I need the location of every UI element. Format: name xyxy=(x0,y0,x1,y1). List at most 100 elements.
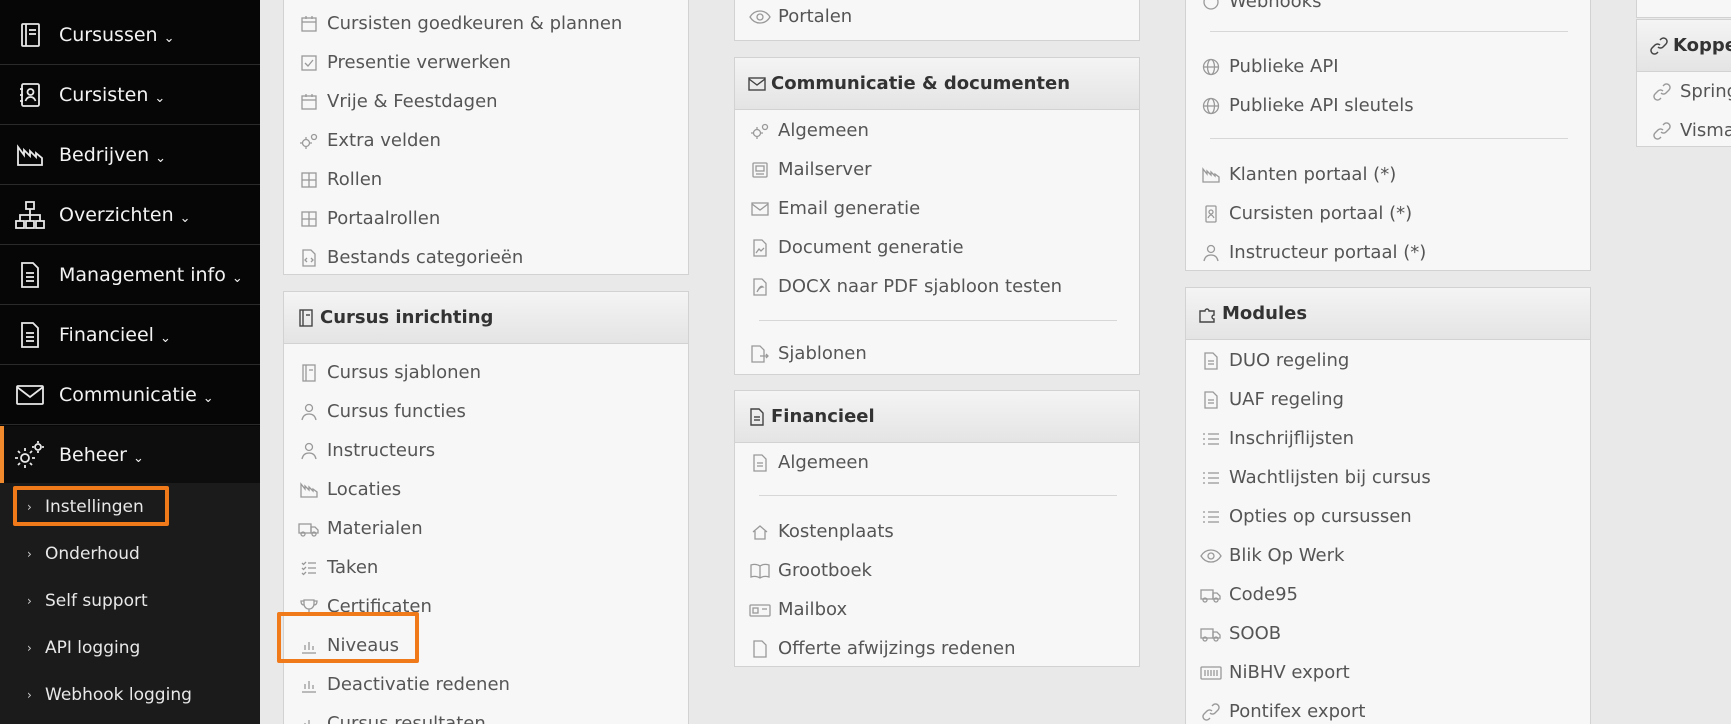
envelope-icon xyxy=(13,378,47,412)
list-item[interactable]: DOCX naar PDF sjabloon testen xyxy=(735,267,1139,306)
list-item[interactable]: Cursus resultaten xyxy=(284,704,688,724)
list-item[interactable]: Mailbox xyxy=(735,590,1139,629)
chevron-down-icon: ⌄ xyxy=(132,451,144,466)
link-icon xyxy=(1651,120,1673,142)
submenu-item-label: Self support xyxy=(45,590,148,611)
link-icon xyxy=(1651,81,1673,103)
list-item[interactable]: Vrije & Feestdagen xyxy=(284,82,688,121)
file-image-icon xyxy=(749,237,771,259)
globe-icon xyxy=(1200,56,1222,78)
chevron-down-icon: ⌄ xyxy=(202,391,214,406)
chevron-right-icon: › xyxy=(27,687,32,702)
list-item[interactable]: Document generatie xyxy=(735,228,1139,267)
list-item[interactable]: Spring xyxy=(1637,72,1731,111)
list-item[interactable]: Deactivatie redenen xyxy=(284,665,688,704)
list-icon xyxy=(1200,428,1222,450)
checkbox-icon xyxy=(298,52,320,74)
document-icon xyxy=(749,452,771,474)
list-item[interactable]: Inschrijflijsten xyxy=(1186,419,1590,458)
list-item[interactable]: Algemeen xyxy=(735,111,1139,150)
panel-header: Financieel xyxy=(735,391,1139,443)
list-item[interactable]: Mailserver xyxy=(735,150,1139,189)
panel-api-portalen: Webhooks Publieke API Publieke API sleut… xyxy=(1185,0,1591,271)
list-item[interactable]: Certificaten xyxy=(284,587,688,626)
submenu-item-instellingen[interactable]: › Instellingen xyxy=(0,483,260,530)
list-item[interactable]: Cursus functies xyxy=(284,392,688,431)
user-tie-icon xyxy=(298,401,320,423)
book-icon xyxy=(298,362,320,384)
panel-algemeen-instellingen: Cursisten goedkeuren & plannen Presentie… xyxy=(283,0,689,275)
list-item[interactable]: Cursisten portaal (*) xyxy=(1186,194,1590,233)
list-item[interactable]: Instructeurs xyxy=(284,431,688,470)
list-item[interactable]: UAF regeling xyxy=(1186,380,1590,419)
sidebar-item-label: Cursisten xyxy=(59,84,149,106)
list-item[interactable]: Extra velden xyxy=(284,121,688,160)
chevron-right-icon: › xyxy=(27,640,32,655)
list-item[interactable]: Bestands categorieën xyxy=(284,238,688,277)
gears-icon xyxy=(298,130,320,152)
list-item[interactable]: Cursus sjablonen xyxy=(284,353,688,392)
open-book-icon xyxy=(749,560,771,582)
document-icon xyxy=(13,318,47,352)
list-item[interactable]: SOOB xyxy=(1186,614,1590,653)
submenu-item-onderhoud[interactable]: › Onderhoud xyxy=(0,530,260,577)
list-item[interactable]: Offerte afwijzings redenen xyxy=(735,629,1139,668)
sidebar-item-cursisten[interactable]: Cursisten ⌄ xyxy=(0,66,260,125)
mailbox-icon xyxy=(749,599,771,621)
panel-koppelingen: Koppel Spring Visma xyxy=(1636,19,1731,147)
chevron-down-icon: ⌄ xyxy=(163,31,175,46)
sidebar-item-management-info[interactable]: Management info ⌄ xyxy=(0,246,260,305)
list-item[interactable]: Cursisten goedkeuren & plannen xyxy=(284,4,688,43)
list-item[interactable]: Algemeen xyxy=(735,443,1139,482)
sidebar-item-overzichten[interactable]: Overzichten ⌄ xyxy=(0,186,260,245)
file-icon xyxy=(749,638,771,660)
list-item[interactable]: Instructeur portaal (*) xyxy=(1186,233,1590,272)
list-item[interactable]: Portaalrollen xyxy=(284,199,688,238)
list-item[interactable]: NiBHV export xyxy=(1186,653,1590,692)
chevron-right-icon: › xyxy=(27,499,32,514)
list-item[interactable]: Publieke API xyxy=(1186,47,1590,86)
file-code-icon xyxy=(298,247,320,269)
panel-header: Koppel xyxy=(1637,20,1731,72)
list-item[interactable]: Publieke API sleutels xyxy=(1186,86,1590,125)
list-item[interactable]: Pontifex export xyxy=(1186,692,1590,724)
list-item[interactable]: Visma xyxy=(1637,111,1731,150)
sidebar-item-cursussen[interactable]: Cursussen ⌄ xyxy=(0,6,260,65)
list-item[interactable]: Webhooks xyxy=(1186,0,1590,21)
list-item[interactable]: Portalen xyxy=(735,0,1139,36)
list-item[interactable]: Grootboek xyxy=(735,551,1139,590)
list-item[interactable]: Wachtlijsten bij cursus xyxy=(1186,458,1590,497)
submenu-item-webhook-logging[interactable]: › Webhook logging xyxy=(0,671,260,718)
eye-icon xyxy=(1200,545,1222,567)
list-item[interactable]: Taken xyxy=(284,548,688,587)
sidebar-item-communicatie[interactable]: Communicatie ⌄ xyxy=(0,366,260,425)
list-item[interactable]: Presentie verwerken xyxy=(284,43,688,82)
sidebar-item-bedrijven[interactable]: Bedrijven ⌄ xyxy=(0,126,260,185)
chevron-down-icon: ⌄ xyxy=(154,91,166,106)
list-item[interactable]: Kostenplaats xyxy=(735,512,1139,551)
sidebar-item-financieel[interactable]: Financieel ⌄ xyxy=(0,306,260,365)
list-item[interactable]: Materialen xyxy=(284,509,688,548)
submenu-item-self-support[interactable]: › Self support xyxy=(0,577,260,624)
list-item[interactable]: Email generatie xyxy=(735,189,1139,228)
panel-title: Cursus inrichting xyxy=(320,307,494,328)
list-item[interactable]: Opties op cursussen xyxy=(1186,497,1590,536)
contact-card-icon xyxy=(1200,203,1222,225)
document-icon xyxy=(1200,350,1222,372)
list-item[interactable]: Rollen xyxy=(284,160,688,199)
list-item[interactable]: Sjablonen xyxy=(735,334,1139,373)
list-item-niveaus[interactable]: Niveaus xyxy=(284,626,688,665)
list-item[interactable]: Locaties xyxy=(284,470,688,509)
list-item[interactable]: Code95 xyxy=(1186,575,1590,614)
list-item[interactable]: Blik Op Werk xyxy=(1186,536,1590,575)
list-item[interactable]: DUO regeling xyxy=(1186,341,1590,380)
document-icon xyxy=(13,258,47,292)
list-item[interactable]: Klanten portaal (*) xyxy=(1186,155,1590,194)
bar-chart-icon xyxy=(298,635,320,657)
contact-book-icon xyxy=(13,78,47,112)
globe-icon xyxy=(1200,95,1222,117)
sidebar-item-beheer[interactable]: Beheer ⌄ xyxy=(0,426,260,485)
submenu-item-api-logging[interactable]: › API logging xyxy=(0,624,260,671)
divider xyxy=(759,320,1117,321)
calendar-icon xyxy=(298,91,320,113)
